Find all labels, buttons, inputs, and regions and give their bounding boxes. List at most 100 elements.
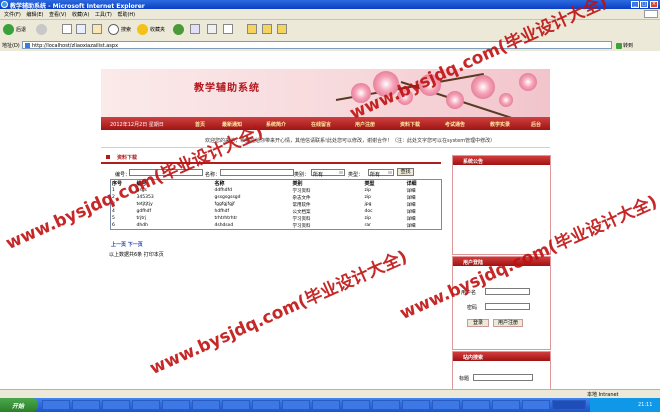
menu-tools[interactable]: 工具(T) bbox=[95, 11, 112, 18]
home-button[interactable] bbox=[92, 24, 102, 34]
nav-records[interactable]: 教学实录 bbox=[490, 121, 510, 128]
blossom-5 bbox=[446, 91, 464, 109]
name-input[interactable] bbox=[220, 169, 294, 176]
login-button[interactable]: 登录 bbox=[467, 319, 489, 327]
cell-code: gdfhdf bbox=[136, 209, 152, 214]
next-page-link[interactable]: 下一页 bbox=[128, 242, 143, 248]
detail-link[interactable]: 详细 bbox=[406, 194, 442, 201]
system-tray: 21:11 bbox=[590, 398, 660, 412]
taskbar-item[interactable] bbox=[162, 400, 190, 410]
taskbar-item[interactable] bbox=[72, 400, 100, 410]
research-button[interactable] bbox=[277, 24, 287, 34]
cell-name: trhtrhtrhtr bbox=[214, 216, 238, 221]
nav-exams[interactable]: 考试通告 bbox=[445, 121, 465, 128]
cell-category: 学习资料 bbox=[292, 216, 311, 222]
menu-file[interactable]: 文件(F) bbox=[4, 11, 21, 18]
forward-button[interactable] bbox=[36, 24, 47, 35]
taskbar-item[interactable] bbox=[462, 400, 490, 410]
windows-logo-icon bbox=[644, 10, 658, 18]
maximize-button[interactable]: □ bbox=[640, 1, 648, 8]
cell-name: dshdsxd bbox=[214, 223, 234, 228]
password-input[interactable] bbox=[485, 303, 530, 310]
history-button[interactable] bbox=[173, 24, 184, 35]
printer-icon bbox=[207, 24, 217, 34]
taskbar-item[interactable] bbox=[492, 400, 520, 410]
taskbar-item[interactable] bbox=[432, 400, 460, 410]
menu-favorites[interactable]: 收藏(A) bbox=[72, 11, 89, 18]
taskbar-item-active[interactable] bbox=[552, 400, 586, 410]
site-search-input[interactable] bbox=[473, 374, 533, 381]
section-header: 资料下载 bbox=[101, 152, 441, 164]
site-search-title: 站内搜索 bbox=[463, 355, 484, 361]
stop-button[interactable] bbox=[62, 24, 72, 34]
refresh-button[interactable] bbox=[76, 24, 86, 34]
taskbar-item[interactable] bbox=[42, 400, 70, 410]
taskbar-item[interactable] bbox=[102, 400, 130, 410]
address-url: http://localhost/zliaoxiazailist.aspx bbox=[32, 43, 119, 49]
section-title: 资料下载 bbox=[117, 155, 138, 161]
prev-page-link[interactable]: 上一页 bbox=[111, 242, 126, 248]
nav-admin[interactable]: 后台 bbox=[531, 121, 541, 128]
taskbar-item[interactable] bbox=[252, 400, 280, 410]
blossom-6 bbox=[471, 75, 495, 99]
refresh-icon bbox=[76, 24, 86, 34]
taskbar-item[interactable] bbox=[342, 400, 370, 410]
menu-help[interactable]: 帮助(H) bbox=[117, 11, 135, 18]
taskbar-item[interactable] bbox=[402, 400, 430, 410]
research-icon bbox=[277, 24, 287, 34]
cell-index: 5 bbox=[112, 216, 115, 221]
clock: 21:11 bbox=[638, 402, 653, 408]
detail-link[interactable]: 详细 bbox=[406, 222, 442, 230]
cell-code: 345353 bbox=[136, 195, 154, 200]
taskbar-item[interactable] bbox=[192, 400, 220, 410]
taskbar-item[interactable] bbox=[282, 400, 310, 410]
start-button[interactable]: 开始 bbox=[0, 398, 38, 412]
edit-button[interactable] bbox=[223, 24, 233, 34]
category-label: 类别： bbox=[294, 172, 310, 178]
blossom-8 bbox=[519, 73, 537, 91]
status-bar: 本地 Intranet bbox=[0, 389, 660, 398]
record-summary: 以上数据共6条 打印本页 bbox=[109, 252, 164, 258]
detail-link[interactable]: 详细 bbox=[406, 187, 442, 194]
detail-link[interactable]: 详细 bbox=[406, 215, 442, 222]
cell-name: ddfhdfd bbox=[214, 188, 232, 193]
mail-button[interactable] bbox=[190, 24, 200, 34]
register-button[interactable]: 用户注册 bbox=[493, 319, 523, 327]
search-button[interactable]: 搜索 bbox=[108, 24, 131, 35]
print-button[interactable] bbox=[207, 24, 217, 34]
nav-home[interactable]: 首页 bbox=[195, 121, 205, 128]
cell-name: gssgsgssgd bbox=[214, 195, 241, 200]
folder-button[interactable] bbox=[247, 24, 257, 34]
table-row: 1 gsgs ddfhdfd 学习资料 zip 详细 bbox=[111, 187, 442, 194]
menu-edit[interactable]: 编辑(E) bbox=[26, 11, 43, 18]
col-category: 类别 bbox=[291, 179, 364, 187]
back-arrow-icon bbox=[3, 24, 14, 35]
go-button[interactable]: 转到 bbox=[616, 42, 633, 49]
cell-type: jpg bbox=[364, 202, 372, 207]
menu-view[interactable]: 查看(V) bbox=[49, 11, 66, 18]
username-input[interactable] bbox=[485, 288, 530, 295]
nav-guestbook[interactable]: 在线留言 bbox=[311, 121, 331, 128]
detail-link[interactable]: 详细 bbox=[406, 201, 442, 208]
favorites-button[interactable]: 收藏夹 bbox=[137, 24, 165, 35]
taskbar-item[interactable] bbox=[132, 400, 160, 410]
category-select[interactable]: 所有 bbox=[311, 169, 345, 178]
type-select[interactable]: 所有 bbox=[368, 169, 394, 178]
folder-icon bbox=[247, 24, 257, 34]
messenger-button[interactable] bbox=[262, 24, 272, 34]
taskbar-item[interactable] bbox=[312, 400, 340, 410]
detail-link[interactable]: 详细 bbox=[406, 208, 442, 215]
taskbar-item[interactable] bbox=[222, 400, 250, 410]
blossom-7 bbox=[499, 93, 513, 107]
nav-about[interactable]: 系统简介 bbox=[266, 121, 286, 128]
back-button[interactable]: 后退 bbox=[3, 24, 26, 35]
close-button[interactable]: × bbox=[650, 1, 658, 8]
taskbar-item[interactable] bbox=[372, 400, 400, 410]
go-arrow-icon bbox=[616, 42, 622, 49]
minimize-button[interactable]: _ bbox=[631, 1, 639, 8]
cell-code: tetjtjtjy bbox=[136, 202, 153, 207]
nav-downloads[interactable]: 资料下载 bbox=[400, 121, 420, 128]
mail-icon bbox=[190, 24, 200, 34]
find-button[interactable]: 查找 bbox=[397, 168, 414, 176]
taskbar-item[interactable] bbox=[522, 400, 550, 410]
